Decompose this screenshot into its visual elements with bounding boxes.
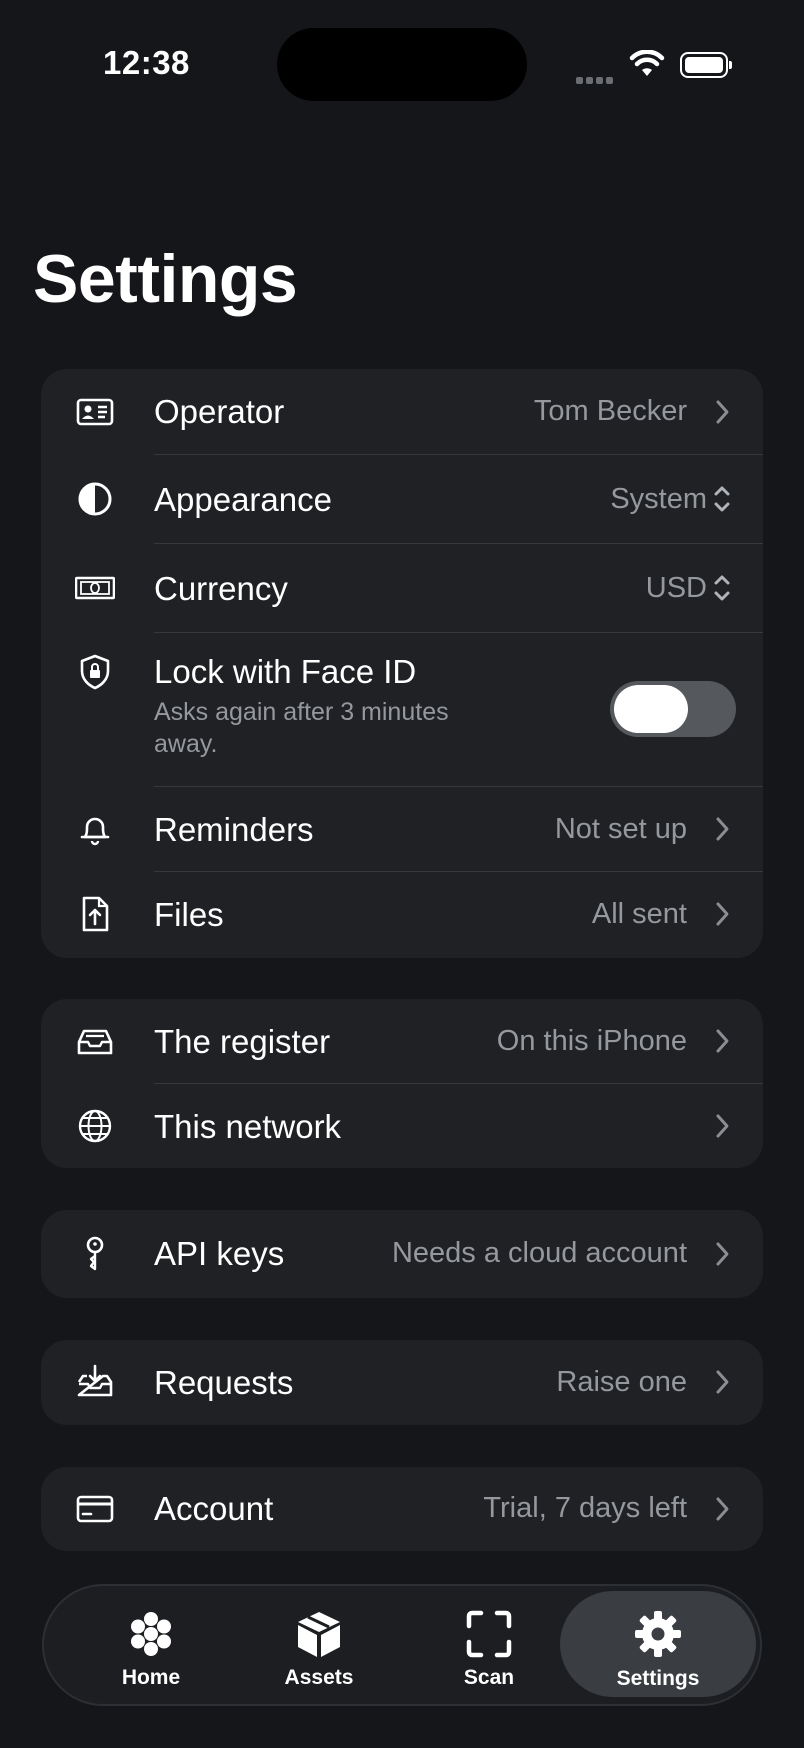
wifi-icon (629, 50, 665, 76)
reminders-row[interactable]: Reminders Not set up (41, 787, 763, 872)
tab-label: Assets (284, 1666, 354, 1689)
banknote-icon (73, 566, 117, 610)
currency-label: Currency (154, 570, 288, 607)
page-title: Settings (33, 241, 298, 317)
scan-frame-icon (466, 1610, 512, 1658)
account-row[interactable]: Account Trial, 7 days left (41, 1467, 763, 1551)
settings-group-requests: Requests Raise one (41, 1340, 763, 1425)
tab-scan[interactable]: Scan (414, 1586, 564, 1704)
tray-icon (73, 1020, 117, 1064)
face-id-lock-label: Lock with Face ID (154, 653, 417, 690)
battery-icon (680, 52, 732, 78)
settings-group-account: Account Trial, 7 days left (41, 1467, 763, 1551)
files-label: Files (154, 896, 224, 933)
register-value: On this iPhone (496, 1025, 687, 1057)
requests-label: Requests (154, 1364, 294, 1401)
cellular-signal-icon (576, 71, 616, 89)
operator-row[interactable]: Operator Tom Becker (41, 369, 763, 455)
chevron-right-icon (716, 1029, 729, 1053)
face-id-lock-toggle[interactable] (610, 681, 736, 737)
register-label: The register (154, 1023, 331, 1060)
toggle-knob (614, 685, 688, 733)
tab-home[interactable]: Home (76, 1586, 226, 1704)
register-row[interactable]: The register On this iPhone (41, 999, 763, 1084)
files-row[interactable]: Files All sent (41, 872, 763, 958)
chevron-right-icon (716, 400, 729, 424)
network-label: This network (154, 1108, 342, 1145)
appearance-row[interactable]: Appearance System (41, 455, 763, 544)
globe-icon (73, 1104, 117, 1148)
face-id-lock-description: Asks again after 3 minutes away. (154, 698, 449, 758)
tab-label: Scan (463, 1666, 515, 1689)
status-time: 12:38 (103, 44, 190, 81)
tab-bar: Home Assets Scan Settings (42, 1584, 762, 1706)
file-upload-icon (73, 892, 117, 936)
appearance-value: System (610, 483, 707, 515)
chevron-right-icon (716, 1242, 729, 1266)
box-icon (298, 1612, 340, 1657)
status-bar: 12:38 (0, 0, 804, 140)
face-id-lock-row: Lock with Face ID Asks again after 3 min… (41, 633, 763, 787)
settings-group-storage: The register On this iPhone This network (41, 999, 763, 1168)
chevron-right-icon (716, 1497, 729, 1521)
tab-settings[interactable]: Settings (560, 1591, 756, 1697)
api-keys-value: Needs a cloud account (391, 1237, 687, 1269)
chevron-right-icon (716, 902, 729, 926)
chevron-right-icon (716, 1114, 729, 1138)
reminders-value: Not set up (554, 813, 687, 845)
files-value: All sent (591, 898, 687, 930)
key-icon (73, 1232, 117, 1276)
tab-label: Settings (616, 1667, 700, 1690)
requests-row[interactable]: Requests Raise one (41, 1340, 763, 1425)
settings-group-api: API keys Needs a cloud account (41, 1210, 763, 1298)
credit-card-icon (73, 1487, 117, 1531)
reminders-label: Reminders (154, 811, 314, 848)
currency-row[interactable]: Currency USD (41, 544, 763, 633)
tab-label: Home (121, 1666, 181, 1689)
settings-group-general: Operator Tom Becker Appearance System Cu… (41, 369, 763, 958)
tray-download-icon (73, 1360, 117, 1404)
chevron-up-down-icon (714, 575, 730, 601)
api-keys-label: API keys (154, 1235, 285, 1272)
currency-value: USD (645, 572, 707, 604)
account-label: Account (154, 1490, 274, 1527)
chevron-right-icon (716, 817, 729, 841)
requests-value: Raise one (556, 1366, 687, 1398)
network-row[interactable]: This network (41, 1084, 763, 1168)
operator-label: Operator (154, 393, 285, 430)
account-value: Trial, 7 days left (483, 1492, 687, 1524)
tab-assets[interactable]: Assets (244, 1586, 394, 1704)
gear-icon (635, 1611, 681, 1657)
bell-icon (73, 807, 117, 851)
chevron-up-down-icon (714, 486, 730, 512)
half-circle-icon (73, 477, 117, 521)
id-card-icon (73, 390, 117, 434)
flower-icon (131, 1612, 171, 1656)
dynamic-island (277, 28, 527, 101)
operator-value: Tom Becker (533, 395, 687, 427)
api-keys-row[interactable]: API keys Needs a cloud account (41, 1210, 763, 1298)
chevron-right-icon (716, 1370, 729, 1394)
appearance-label: Appearance (154, 481, 332, 518)
shield-lock-icon (73, 650, 117, 694)
